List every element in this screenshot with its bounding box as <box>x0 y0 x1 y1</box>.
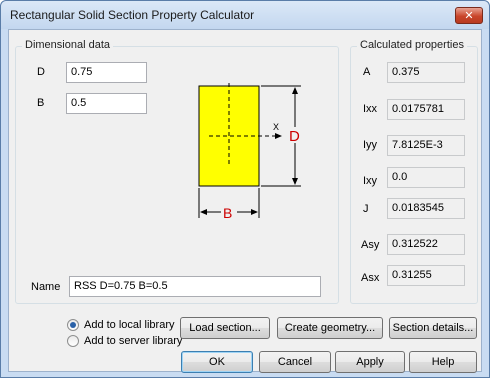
add-to-server-library-option[interactable]: Add to server library <box>67 335 182 347</box>
b-dimension-label: B <box>223 205 232 221</box>
prop-value-a: 0.375 <box>387 62 465 83</box>
d-arrow-bottom-icon <box>292 178 298 185</box>
prop-label-iyy: Iyy <box>363 139 378 151</box>
prop-label-j: J <box>363 203 369 215</box>
help-button[interactable]: Help <box>409 351 477 373</box>
load-section-button[interactable]: Load section... <box>180 317 270 339</box>
close-icon: ✕ <box>464 10 474 22</box>
d-dimension-label: D <box>289 128 300 145</box>
prop-label-ixy: Ixy <box>363 175 378 187</box>
server-library-label: Add to server library <box>84 335 183 347</box>
b-arrow-left-icon <box>200 209 207 215</box>
prop-label-asy: Asy <box>361 239 380 251</box>
ok-button[interactable]: OK <box>181 351 253 373</box>
dialog-window: Rectangular Solid Section Property Calcu… <box>0 0 490 378</box>
prop-value-ixy: 0.0 <box>387 167 465 188</box>
section-diagram: Y X D B <box>198 80 303 221</box>
add-to-local-library-option[interactable]: Add to local library <box>67 319 175 331</box>
prop-value-iyy: 7.8125E-3 <box>387 135 465 156</box>
x-axis-label: X <box>273 122 279 132</box>
x-axis-arrow-icon <box>275 133 282 139</box>
local-library-label: Add to local library <box>84 319 175 331</box>
apply-button[interactable]: Apply <box>335 351 405 373</box>
b-input[interactable]: 0.5 <box>66 93 147 114</box>
dimensional-data-legend: Dimensional data <box>22 39 113 51</box>
title-bar[interactable]: Rectangular Solid Section Property Calcu… <box>1 1 489 29</box>
calculated-properties-legend: Calculated properties <box>357 39 467 51</box>
d-input[interactable]: 0.75 <box>66 62 147 83</box>
prop-label-ixx: Ixx <box>363 103 378 115</box>
prop-value-j: 0.0183545 <box>387 198 465 219</box>
b-label: B <box>37 97 45 109</box>
prop-label-a: A <box>363 66 371 78</box>
server-library-radio[interactable] <box>67 335 79 347</box>
name-input[interactable]: RSS D=0.75 B=0.5 <box>69 276 321 297</box>
name-label: Name <box>31 281 61 293</box>
create-geometry-button[interactable]: Create geometry... <box>277 317 383 339</box>
d-arrow-top-icon <box>292 87 298 94</box>
local-library-radio[interactable] <box>67 319 79 331</box>
cancel-button[interactable]: Cancel <box>259 351 331 373</box>
prop-value-asy: 0.312522 <box>387 234 465 255</box>
close-button[interactable]: ✕ <box>455 7 483 24</box>
window-title: Rectangular Solid Section Property Calcu… <box>10 8 255 22</box>
section-details-button[interactable]: Section details... <box>389 317 477 339</box>
d-label: D <box>37 66 45 78</box>
prop-value-asx: 0.31255 <box>387 265 465 286</box>
prop-label-asx: Asx <box>361 272 380 284</box>
dialog-client-area: Dimensional data D 0.75 B 0.5 Y X D <box>8 29 482 373</box>
b-arrow-right-icon <box>251 209 258 215</box>
prop-value-ixx: 0.0175781 <box>387 99 465 120</box>
